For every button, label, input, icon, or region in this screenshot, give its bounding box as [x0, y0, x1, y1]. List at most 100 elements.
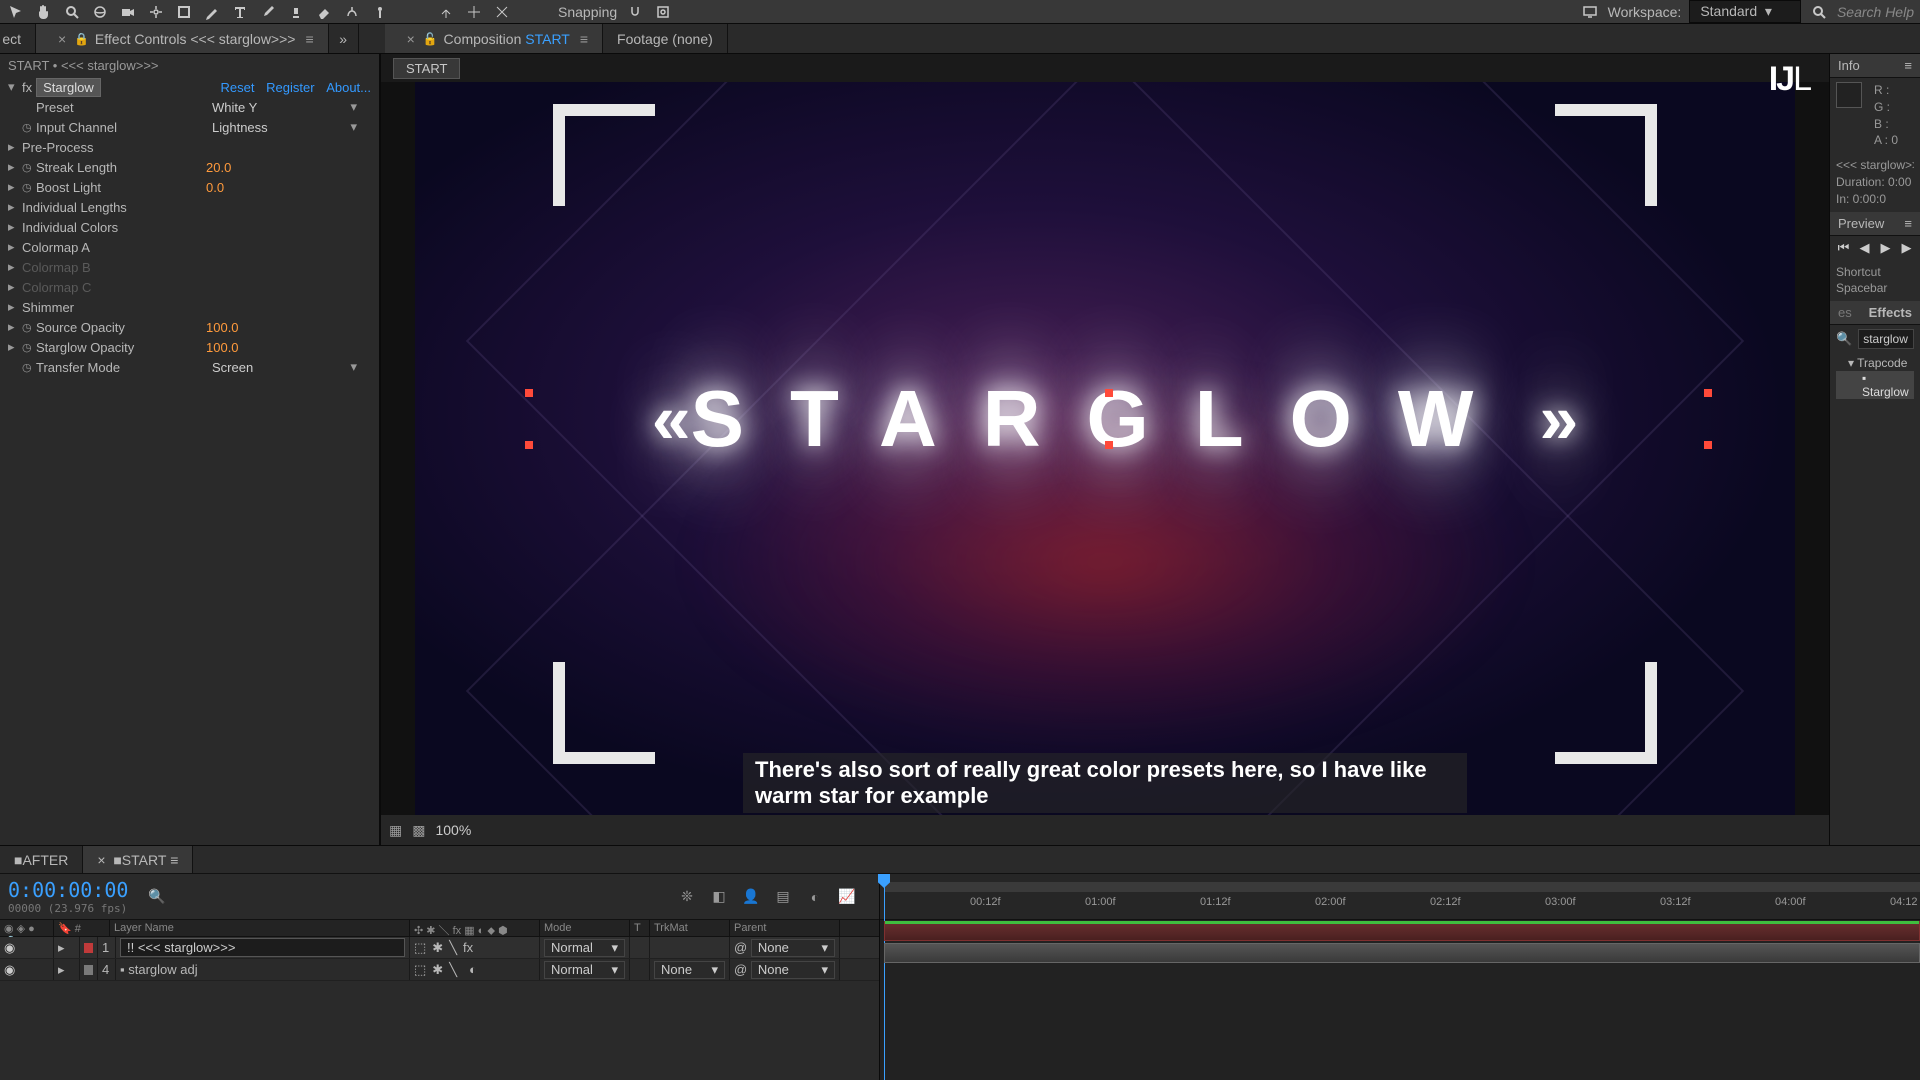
- brush-tool-icon[interactable]: [258, 2, 278, 22]
- stopwatch-icon[interactable]: ◷: [22, 361, 36, 374]
- param-value[interactable]: 20.0: [206, 160, 231, 175]
- collapse-switch[interactable]: ✱: [432, 962, 443, 978]
- timeline-tab-after[interactable]: ■ AFTER: [0, 846, 83, 873]
- layer-name-input[interactable]: !! <<< starglow>>>: [120, 938, 405, 957]
- rectangle-tool-icon[interactable]: [174, 2, 194, 22]
- layer-bar[interactable]: [884, 921, 1920, 941]
- param-value[interactable]: 0.0: [206, 180, 224, 195]
- snapping-toggle-icon[interactable]: [625, 2, 645, 22]
- parent-dropdown[interactable]: None ▾: [751, 939, 835, 957]
- local-axis-icon[interactable]: [436, 2, 456, 22]
- orbit-tool-icon[interactable]: [90, 2, 110, 22]
- individual-lengths-row[interactable]: ▸Individual Lengths: [0, 197, 379, 217]
- pickwhip-icon[interactable]: @: [734, 940, 747, 955]
- prev-frame-icon[interactable]: ◀: [1857, 240, 1872, 256]
- stopwatch-icon[interactable]: ◷: [22, 121, 36, 134]
- layer-row[interactable]: ◉▸4▪ starglow adj⬚✱╲◐Normal ▾None ▾@ Non…: [0, 959, 879, 981]
- timeline-track-area[interactable]: 00:12f01:00f01:12f02:00f02:12f03:00f03:1…: [880, 874, 1920, 1080]
- reset-link[interactable]: Reset: [221, 80, 255, 95]
- project-tab[interactable]: ect: [0, 24, 36, 53]
- panel-menu-icon[interactable]: ≡: [305, 31, 313, 47]
- snapping-options-icon[interactable]: [653, 2, 673, 22]
- search-icon[interactable]: 🔍: [148, 888, 165, 905]
- pre-process-row[interactable]: ▸ Pre-Process: [0, 137, 379, 157]
- clone-stamp-tool-icon[interactable]: [286, 2, 306, 22]
- lock-icon[interactable]: 🔒: [74, 32, 89, 46]
- puppet-pin-tool-icon[interactable]: [370, 2, 390, 22]
- input-channel-dropdown[interactable]: Lightness▾: [206, 119, 371, 135]
- parent-col[interactable]: Parent: [730, 920, 840, 936]
- individual-colors-row[interactable]: ▸Individual Colors: [0, 217, 379, 237]
- fx-toggle-icon[interactable]: fx: [22, 80, 32, 95]
- twirl-right-icon[interactable]: ▸: [58, 962, 65, 978]
- layer-name-col[interactable]: Layer Name: [110, 920, 410, 936]
- tree-item[interactable]: ▪ Starglow: [1836, 371, 1914, 399]
- timeline-tab-start[interactable]: × ■ START ≡: [83, 846, 193, 873]
- search-icon[interactable]: 🔍: [1836, 331, 1852, 347]
- shy-switch[interactable]: ⬚: [414, 940, 426, 956]
- close-icon[interactable]: ×: [58, 31, 66, 47]
- always-preview-icon[interactable]: ▦: [389, 822, 402, 839]
- param-value[interactable]: 100.0: [206, 320, 239, 335]
- stopwatch-icon[interactable]: ◷: [22, 341, 36, 354]
- shy-switch[interactable]: ⬚: [414, 962, 426, 978]
- search-icon[interactable]: [1809, 2, 1829, 22]
- twirl-right-icon[interactable]: ▸: [58, 940, 65, 956]
- layer-row[interactable]: ◉▸1!! <<< starglow>>>⬚✱╲fxNormal ▾@ None…: [0, 937, 879, 959]
- composition-viewer[interactable]: « STARGLOW » There's also sort of really…: [381, 82, 1829, 815]
- footage-tab[interactable]: Footage (none): [603, 24, 728, 53]
- effect-name[interactable]: Starglow: [36, 78, 101, 97]
- pickwhip-icon[interactable]: @: [734, 962, 747, 977]
- quality-switch[interactable]: ╲: [449, 962, 457, 978]
- trkmat-dropdown[interactable]: None ▾: [654, 961, 725, 979]
- mode-col[interactable]: Mode: [540, 920, 630, 936]
- twirl-down-icon[interactable]: ▾: [8, 79, 22, 95]
- motion-blur-icon[interactable]: ◐: [805, 887, 825, 907]
- label-color[interactable]: [84, 943, 93, 953]
- frame-blend-icon[interactable]: ▤: [773, 887, 793, 907]
- comp-subtab[interactable]: START: [393, 58, 460, 79]
- selection-tool-icon[interactable]: [6, 2, 26, 22]
- trkmat-col[interactable]: TrkMat: [650, 920, 730, 936]
- twirl-right-icon[interactable]: ▸: [8, 179, 22, 195]
- effects-tab[interactable]: es Effects: [1830, 301, 1920, 325]
- next-frame-icon[interactable]: ▶: [1899, 240, 1914, 256]
- hand-tool-icon[interactable]: [34, 2, 54, 22]
- time-ruler[interactable]: 00:12f01:00f01:12f02:00f02:12f03:00f03:1…: [880, 874, 1920, 920]
- eye-icon[interactable]: ◉: [4, 940, 15, 956]
- effects-search-input[interactable]: [1858, 329, 1914, 349]
- draft-3d-icon[interactable]: ◧: [709, 887, 729, 907]
- transparency-grid-icon[interactable]: ▩: [412, 822, 425, 839]
- mode-dropdown[interactable]: Normal ▾: [544, 939, 625, 957]
- twirl-right-icon[interactable]: ▸: [8, 159, 22, 175]
- zoom-tool-icon[interactable]: [62, 2, 82, 22]
- zoom-dropdown[interactable]: 100%: [435, 822, 471, 838]
- graph-editor-icon[interactable]: 📈: [837, 887, 857, 907]
- parent-dropdown[interactable]: None ▾: [751, 961, 835, 979]
- about-link[interactable]: About...: [326, 80, 371, 95]
- current-timecode[interactable]: 0:00:00:00: [8, 878, 128, 902]
- composition-tab[interactable]: × 🔓 Composition START ≡: [385, 24, 603, 53]
- search-help-field[interactable]: Search Help: [1837, 4, 1914, 20]
- panel-menu-icon[interactable]: ≡: [580, 31, 588, 47]
- stopwatch-icon[interactable]: ◷: [22, 161, 36, 174]
- screen-icon[interactable]: [1580, 2, 1600, 22]
- snapping-label[interactable]: Snapping: [558, 4, 617, 20]
- play-icon[interactable]: ▶: [1878, 240, 1893, 256]
- effect-controls-tab[interactable]: × 🔒 Effect Controls <<< starglow>>> ≡: [36, 24, 329, 53]
- view-axis-icon[interactable]: [492, 2, 512, 22]
- type-tool-icon[interactable]: [230, 2, 250, 22]
- pen-tool-icon[interactable]: [202, 2, 222, 22]
- first-frame-icon[interactable]: ⏮: [1836, 240, 1851, 256]
- quality-switch[interactable]: ╲: [449, 940, 457, 956]
- layer-bar[interactable]: [884, 943, 1920, 963]
- current-time-indicator[interactable]: [884, 874, 885, 1080]
- eraser-tool-icon[interactable]: [314, 2, 334, 22]
- param-value[interactable]: 100.0: [206, 340, 239, 355]
- fx-switch[interactable]: fx: [463, 940, 473, 955]
- transfer-mode-dropdown[interactable]: Screen▾: [206, 359, 371, 375]
- roto-brush-tool-icon[interactable]: [342, 2, 362, 22]
- adjustment-switch[interactable]: ◐: [469, 962, 477, 977]
- shimmer-row[interactable]: ▸Shimmer: [0, 297, 379, 317]
- register-link[interactable]: Register: [266, 80, 314, 95]
